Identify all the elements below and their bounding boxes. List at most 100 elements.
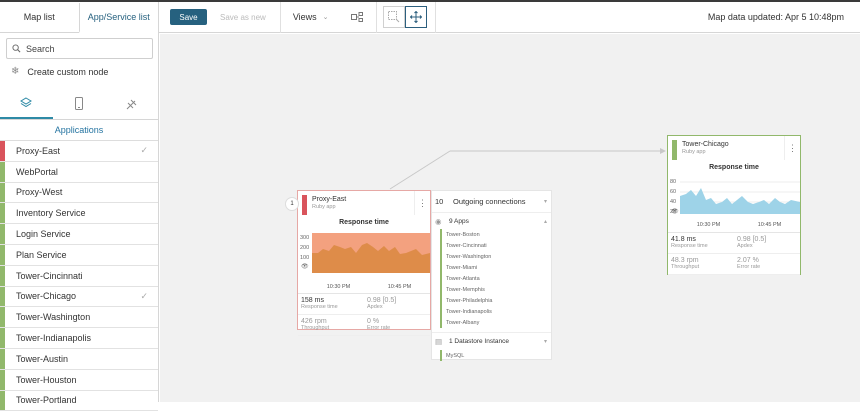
datastore-group-header[interactable]: ▤ 1 Datastore Instance ▾ [432, 332, 551, 350]
node-name: Proxy-East [312, 196, 347, 203]
outgoing-connections-header[interactable]: 10 Outgoing connections ▾ [432, 191, 551, 213]
metric-value: 426 rpm [301, 318, 327, 325]
response-time-chart: 80 60 40 20 👁 [668, 174, 800, 218]
metric-value: 2.07 % [737, 257, 759, 264]
tab-app-service-list[interactable]: App/Service list [78, 3, 158, 33]
tab-plugins[interactable] [105, 88, 158, 119]
y-tick: 200 [300, 245, 310, 251]
application-list: Proxy-East ✓ WebPortal Proxy-West Inventory … [0, 140, 158, 411]
toolbar-divider [375, 1, 377, 33]
apps-count-label: 9 Apps [449, 217, 469, 225]
node-index-badge: 1 [285, 197, 299, 211]
connected-app-item[interactable]: Tower-Miami [442, 262, 551, 273]
app-list-item[interactable]: Tower-Austin [0, 348, 158, 370]
service-map-canvas[interactable]: 1 Proxy-East Ruby app ⋮ Response time 30… [160, 34, 860, 402]
pan-button[interactable] [404, 6, 427, 28]
app-name: Plan Service [16, 249, 67, 260]
search-input[interactable]: Search [6, 38, 153, 59]
metric-value: 0 % [367, 318, 380, 325]
tab-applications[interactable] [0, 88, 53, 119]
app-list-item[interactable]: Inventory Service [0, 203, 158, 225]
app-health-indicator [0, 390, 5, 411]
metric-label: Response time [671, 243, 708, 249]
snowflake-icon: ❄ [11, 66, 20, 77]
x-tick: 10:30 PM [326, 284, 351, 290]
connected-app-item[interactable]: Tower-Cincinnati [442, 240, 551, 251]
metric-label: Throughput [301, 325, 330, 331]
datastore-list: MySQL [440, 350, 551, 361]
x-axis-ticks: 10:30 PM 10:45 PM [668, 218, 800, 232]
app-list-item[interactable]: Plan Service [0, 244, 158, 266]
connected-apps-list: Tower-Boston Tower-Cincinnati Tower-Washin… [440, 229, 551, 328]
metric-value: 0.98 [0.5] [367, 297, 397, 304]
chart-title: Response time [709, 164, 759, 171]
database-icon: ▤ [435, 337, 443, 346]
node-menu-button[interactable]: ⋮ [414, 191, 430, 215]
y-tick: 80 [670, 179, 677, 185]
check-icon: ✓ [140, 290, 148, 301]
app-list-item[interactable]: Proxy-West [0, 182, 158, 204]
app-list-item[interactable]: Tower-Houston [0, 369, 158, 391]
app-list-item[interactable]: Tower-Indianapolis [0, 328, 158, 349]
connected-app-item[interactable]: Tower-Atlanta [442, 273, 551, 284]
chevron-down-icon: ▾ [543, 199, 547, 205]
create-custom-node-button[interactable]: ❄ Create custom node [0, 59, 158, 84]
connected-app-item[interactable]: Tower-Memphis [442, 284, 551, 295]
metric-value: 41.8 ms [671, 236, 696, 243]
tab-map-list[interactable]: Map list [0, 2, 79, 32]
node-menu-button[interactable]: ⋮ [784, 136, 800, 160]
search-icon [12, 44, 21, 53]
app-name: Proxy-West [16, 187, 63, 198]
connected-app-item[interactable]: Tower-Philadelphia [442, 295, 551, 306]
views-dropdown[interactable]: Views ⌄ [293, 12, 329, 22]
y-tick: 60 [670, 189, 677, 195]
metric-apdex: 0.98 [0.5] Apdex [364, 294, 430, 315]
save-as-new-button[interactable]: Save as new [220, 13, 266, 22]
response-time-chart: 300 200 100 👁 [298, 229, 430, 281]
select-zoom-button[interactable] [382, 6, 405, 28]
y-axis-ticks: 300 200 100 [300, 233, 309, 263]
node-name: Tower-Chicago [682, 141, 729, 148]
connected-app-item[interactable]: Tower-Washington [442, 251, 551, 262]
chart-area [680, 181, 800, 214]
metric-response-time: 158 ms Response time [298, 294, 364, 315]
app-list-item[interactable]: Proxy-East ✓ [0, 141, 158, 162]
connected-app-item[interactable]: Tower-Indianapolis [442, 306, 551, 317]
app-list-item[interactable]: Login Service [0, 224, 158, 245]
metric-value: 0.98 [0.5] [737, 236, 767, 243]
y-tick: 300 [300, 235, 310, 241]
node-status-color [302, 195, 307, 215]
metric-error-rate: 2.07 % Error rate [734, 254, 800, 275]
connected-app-item[interactable]: Tower-Boston [442, 229, 551, 240]
eye-icon[interactable]: 👁 [671, 208, 679, 215]
x-tick: 10:45 PM [387, 284, 412, 290]
node-proxy-east[interactable]: 1 Proxy-East Ruby app ⋮ Response time 30… [285, 190, 431, 336]
app-list-item[interactable]: Tower-Portland [0, 390, 158, 411]
apps-group-header[interactable]: ◉ 9 Apps ▴ [432, 213, 551, 229]
entity-type-tabs [0, 88, 158, 120]
app-name: Tower-Portland [16, 395, 77, 406]
save-button[interactable]: Save [170, 9, 207, 25]
node-metrics: 41.8 ms Response time 0.98 [0.5] Apdex 48.… [668, 232, 800, 275]
layout-button[interactable] [349, 9, 365, 25]
x-tick: 10:45 PM [757, 222, 782, 228]
map-data-updated: Map data updated: Apr 5 10:48pm [707, 12, 844, 22]
app-name: Inventory Service [16, 208, 86, 219]
datastore-item[interactable]: MySQL [442, 350, 551, 361]
app-name: Tower-Austin [16, 353, 69, 364]
left-panel: Map list App/Service list Search ❄ Creat… [0, 2, 159, 411]
node-tower-chicago[interactable]: Tower-Chicago Ruby app ⋮ Response time 8… [667, 135, 801, 275]
search-label: Search [26, 43, 55, 54]
node-metrics: 158 ms Response time 0.98 [0.5] Apdex 426 … [298, 293, 430, 336]
app-list-item[interactable]: Tower-Washington [0, 307, 158, 329]
app-list-item[interactable]: Tower-Cincinnati [0, 265, 158, 287]
move-icon [409, 11, 422, 23]
eye-icon[interactable]: 👁 [301, 263, 309, 270]
app-list-item[interactable]: WebPortal [0, 161, 158, 183]
tab-mobile[interactable] [53, 88, 106, 119]
mobile-icon [75, 97, 83, 110]
metric-apdex: 0.98 [0.5] Apdex [734, 233, 800, 254]
layers-icon [20, 96, 33, 107]
connected-app-item[interactable]: Tower-Albany [442, 317, 551, 328]
app-list-item[interactable]: Tower-Chicago ✓ [0, 286, 158, 308]
